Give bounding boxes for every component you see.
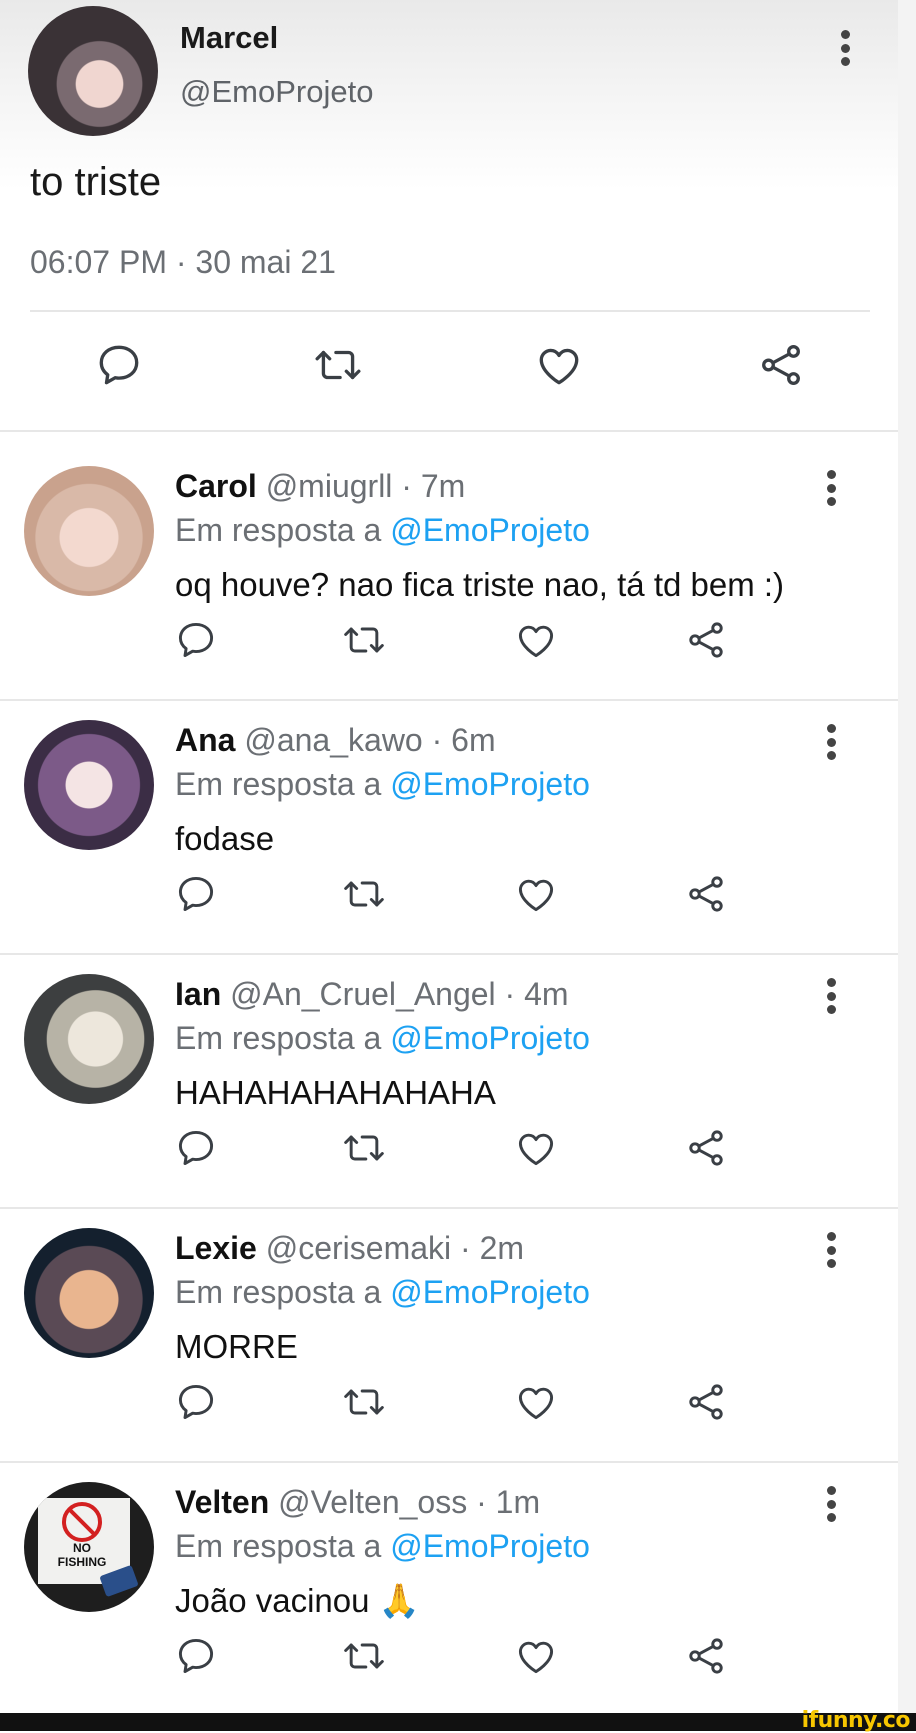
author-name[interactable]: Carol bbox=[175, 468, 257, 504]
in-reply-to-label: Em resposta a bbox=[175, 1020, 382, 1056]
watermark-logo: ifunny.co bbox=[801, 1708, 911, 1733]
reply-icon[interactable] bbox=[174, 1634, 218, 1678]
tweet-text: to triste bbox=[30, 160, 162, 204]
mention-link[interactable]: @EmoProjeto bbox=[390, 1020, 590, 1056]
reply-text: HAHAHAHAHAHAHA bbox=[175, 1074, 496, 1111]
reply-header: Ana @ana_kawo · 6m bbox=[175, 722, 496, 759]
more-options-icon[interactable] bbox=[816, 470, 846, 510]
share-icon[interactable] bbox=[684, 618, 728, 662]
like-icon[interactable] bbox=[514, 872, 558, 916]
reply-text: oq houve? nao fica triste nao, tá td bem… bbox=[175, 566, 785, 603]
author-handle-time[interactable]: @Velten_oss · 1m bbox=[278, 1484, 540, 1520]
retweet-icon[interactable] bbox=[340, 872, 388, 916]
like-icon[interactable] bbox=[514, 1380, 558, 1424]
author-handle-time[interactable]: @cerisemaki · 2m bbox=[266, 1230, 524, 1266]
reply-header: Velten @Velten_oss · 1m bbox=[175, 1484, 540, 1521]
svg-text:FISHING: FISHING bbox=[58, 1555, 107, 1569]
mention-link[interactable]: @EmoProjeto bbox=[390, 766, 590, 802]
tweet-actions bbox=[0, 1634, 898, 1690]
reply-header: Carol @miugrll · 7m bbox=[175, 468, 465, 505]
more-options-icon[interactable] bbox=[816, 978, 846, 1018]
author-handle-time[interactable]: @ana_kawo · 6m bbox=[244, 722, 495, 758]
reply-header: Ian @An_Cruel_Angel · 4m bbox=[175, 976, 569, 1013]
retweet-icon[interactable] bbox=[340, 618, 388, 662]
in-reply-to: Em resposta a @EmoProjeto bbox=[175, 1274, 590, 1311]
tweet-timestamp: 06:07 PM · 30 mai 21 bbox=[30, 244, 336, 280]
in-reply-to: Em resposta a @EmoProjeto bbox=[175, 1020, 590, 1057]
edge-strip bbox=[898, 0, 916, 1713]
tweet-actions bbox=[0, 1380, 898, 1436]
reply-text: MORRE bbox=[175, 1328, 298, 1365]
more-options-icon[interactable] bbox=[816, 724, 846, 764]
like-icon[interactable] bbox=[534, 340, 584, 390]
mention-link[interactable]: @EmoProjeto bbox=[390, 512, 590, 548]
share-icon[interactable] bbox=[684, 1126, 728, 1170]
tweet-actions bbox=[0, 872, 898, 928]
like-icon[interactable] bbox=[514, 1126, 558, 1170]
retweet-icon[interactable] bbox=[340, 1634, 388, 1678]
svg-text:NO: NO bbox=[73, 1541, 91, 1555]
avatar[interactable] bbox=[24, 720, 154, 850]
reply-tweet[interactable]: Lexie @cerisemaki · 2m Em resposta a @Em… bbox=[0, 1194, 898, 1448]
author-name[interactable]: Ian bbox=[175, 976, 221, 1012]
author-name[interactable]: Ana bbox=[175, 722, 235, 758]
watermark-bar bbox=[0, 1713, 916, 1731]
in-reply-to: Em resposta a @EmoProjeto bbox=[175, 512, 590, 549]
mention-link[interactable]: @EmoProjeto bbox=[390, 1274, 590, 1310]
tweet-thread-page: Marcel @EmoProjeto to triste 06:07 PM · … bbox=[0, 0, 898, 1713]
reply-text: fodase bbox=[175, 820, 275, 857]
retweet-icon[interactable] bbox=[310, 340, 366, 390]
avatar[interactable] bbox=[24, 466, 154, 596]
in-reply-to: Em resposta a @EmoProjeto bbox=[175, 766, 590, 803]
tweet-actions bbox=[0, 340, 898, 400]
tweet-actions bbox=[0, 1126, 898, 1182]
reply-header: Lexie @cerisemaki · 2m bbox=[175, 1230, 524, 1267]
in-reply-to-label: Em resposta a bbox=[175, 1528, 382, 1564]
more-options-icon[interactable] bbox=[816, 1232, 846, 1272]
reply-tweet[interactable]: Ana @ana_kawo · 6m Em resposta a @EmoPro… bbox=[0, 686, 898, 940]
in-reply-to: Em resposta a @EmoProjeto bbox=[175, 1528, 590, 1565]
reply-icon[interactable] bbox=[94, 340, 144, 390]
reply-icon[interactable] bbox=[174, 618, 218, 662]
share-icon[interactable] bbox=[684, 872, 728, 916]
author-name[interactable]: Lexie bbox=[175, 1230, 257, 1266]
avatar[interactable] bbox=[24, 974, 154, 1104]
reply-icon[interactable] bbox=[174, 872, 218, 916]
divider bbox=[30, 310, 870, 312]
reply-text: João vacinou 🙏 bbox=[175, 1582, 420, 1619]
reply-tweet[interactable]: NO FISHING Velten @Velten_oss · 1m Em re… bbox=[0, 1448, 898, 1702]
share-icon[interactable] bbox=[684, 1634, 728, 1678]
like-icon[interactable] bbox=[514, 618, 558, 662]
reply-tweet[interactable]: Ian @An_Cruel_Angel · 4m Em resposta a @… bbox=[0, 940, 898, 1194]
no-fishing-sign-icon: NO FISHING bbox=[38, 1498, 138, 1597]
author-handle-time[interactable]: @miugrll · 7m bbox=[266, 468, 466, 504]
avatar[interactable] bbox=[28, 6, 158, 136]
share-icon[interactable] bbox=[684, 1380, 728, 1424]
reply-icon[interactable] bbox=[174, 1126, 218, 1170]
retweet-icon[interactable] bbox=[340, 1380, 388, 1424]
main-tweet: Marcel @EmoProjeto to triste 06:07 PM · … bbox=[0, 0, 898, 430]
author-name[interactable]: Velten bbox=[175, 1484, 269, 1520]
in-reply-to-label: Em resposta a bbox=[175, 1274, 382, 1310]
reply-tweet[interactable]: Carol @miugrll · 7m Em resposta a @EmoPr… bbox=[0, 432, 898, 686]
share-icon[interactable] bbox=[756, 340, 806, 390]
like-icon[interactable] bbox=[514, 1634, 558, 1678]
in-reply-to-label: Em resposta a bbox=[175, 766, 382, 802]
tweet-actions bbox=[0, 618, 898, 674]
more-options-icon[interactable] bbox=[830, 30, 860, 70]
avatar[interactable] bbox=[24, 1228, 154, 1358]
author-handle[interactable]: @EmoProjeto bbox=[180, 74, 373, 110]
in-reply-to-label: Em resposta a bbox=[175, 512, 382, 548]
more-options-icon[interactable] bbox=[816, 1486, 846, 1526]
author-name[interactable]: Marcel bbox=[180, 20, 278, 56]
mention-link[interactable]: @EmoProjeto bbox=[390, 1528, 590, 1564]
retweet-icon[interactable] bbox=[340, 1126, 388, 1170]
author-handle-time[interactable]: @An_Cruel_Angel · 4m bbox=[230, 976, 568, 1012]
reply-icon[interactable] bbox=[174, 1380, 218, 1424]
avatar[interactable]: NO FISHING bbox=[24, 1482, 154, 1612]
